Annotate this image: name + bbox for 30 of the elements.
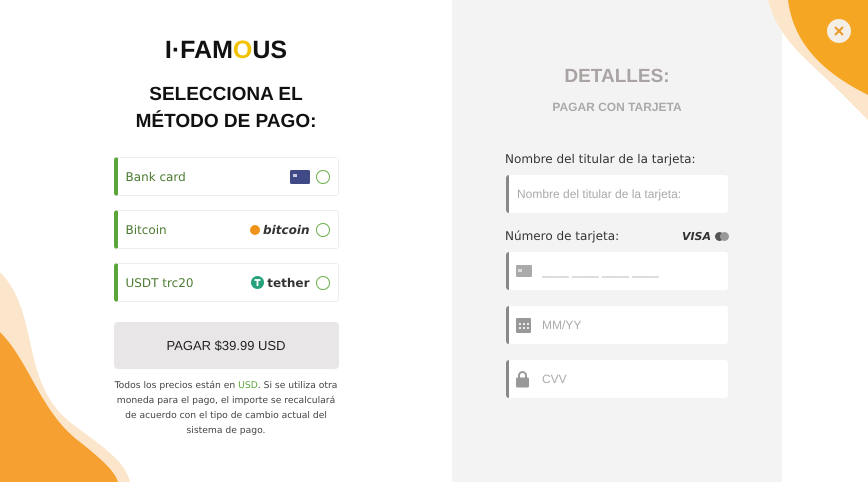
details-title: DETALLES: [564,66,670,88]
input-field[interactable]: MM/YY [506,306,728,344]
lock-icon [516,370,529,388]
bitcoin-logo: bitcoin [250,222,310,236]
input-field[interactable]: ____ ____ ____ ____ [506,252,728,290]
details-subtitle: PAGAR CON TARJETA [552,100,682,114]
field-label: Número de tarjeta: [505,229,620,243]
page-heading: SELECCIONA EL MÉTODO DE PAGO: [134,83,318,134]
field-label: Nombre del titular de la tarjeta: [505,152,696,166]
tether-logo: tether [251,276,310,290]
visa-logo: VISA [682,230,711,242]
radio-button[interactable] [316,222,330,236]
pay-button[interactable]: PAGAR $39.99 USD [114,322,338,369]
payment-option[interactable]: Bank card [114,157,338,196]
input-field[interactable]: CVV [506,360,728,398]
input-field[interactable]: Nombre del titular de la tarjeta: [506,175,728,213]
logo: I·FAMOUS [164,36,288,65]
close-icon [834,26,844,36]
radio-button[interactable] [316,170,330,184]
mastercard-icon [715,232,729,240]
payment-option[interactable]: Bitcoin bitcoin [114,210,338,249]
calendar-icon [516,317,531,333]
option-label: USDT trc20 [126,276,195,290]
radio-button[interactable] [316,276,330,290]
option-label: Bank card [126,170,187,184]
option-label: Bitcoin [126,222,168,236]
currency-note: Todos los precios están en USD. Si se utiliza otra moneda para el pago, el importe se recalculará de acuerdo con el tipo de cambio actual del sistema de pago. [114,379,338,438]
payment-option[interactable]: USDT trc20 tether [114,263,338,302]
credit-card-icon [516,265,532,277]
credit-card-icon [290,170,310,184]
